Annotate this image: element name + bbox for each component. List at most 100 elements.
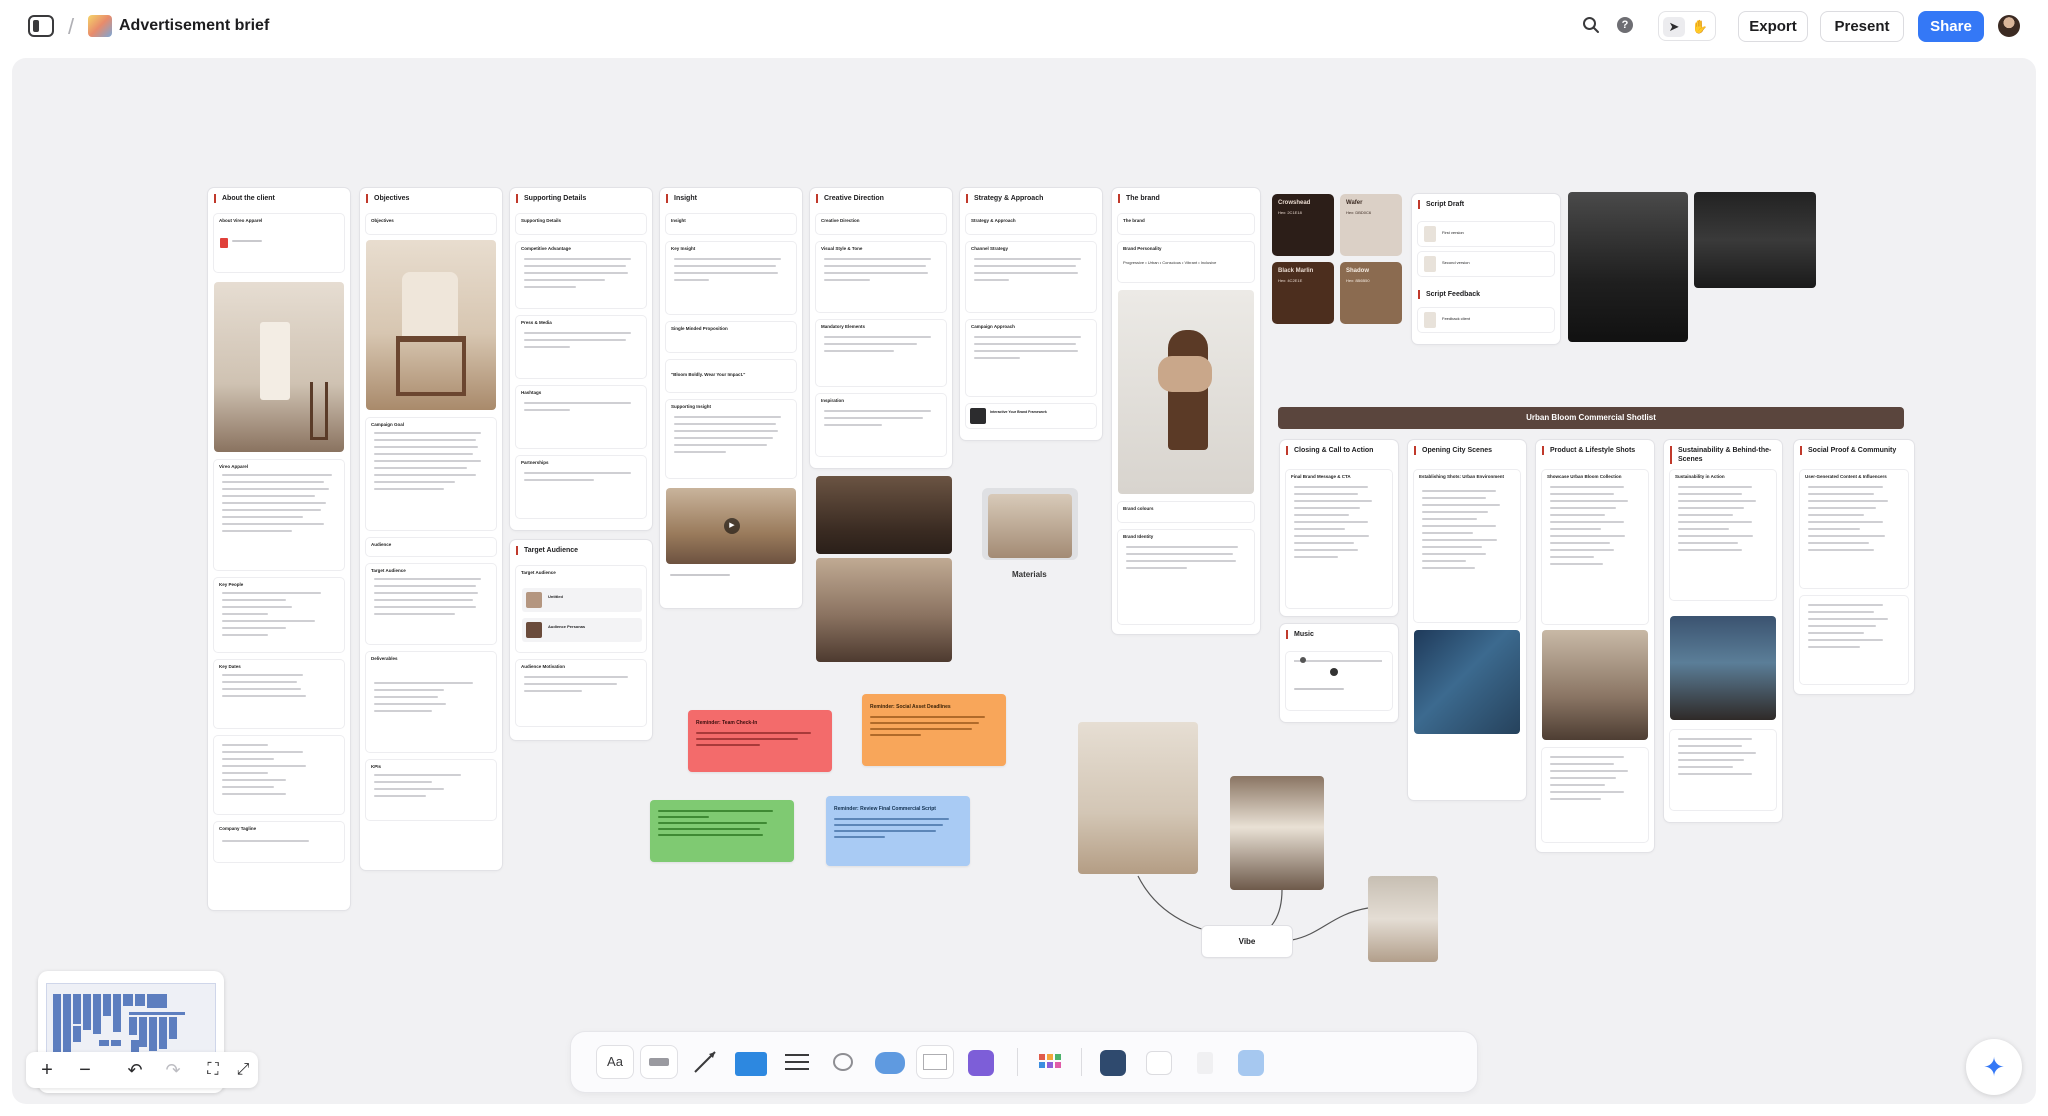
shotlist-column[interactable]: Sustainability & Behind-the-Scenes Susta…: [1664, 440, 1782, 822]
audio-player[interactable]: [1286, 652, 1392, 710]
section-card[interactable]: Partnerships: [516, 456, 646, 518]
section-card[interactable]: Deliverables: [366, 652, 496, 752]
help-icon[interactable]: ?: [1617, 17, 1633, 33]
comment-tool-icon[interactable]: [871, 1046, 907, 1078]
color-swatch[interactable]: Black Marlin Hex: 4C2E1E: [1272, 262, 1334, 324]
vibe-photo[interactable]: [1230, 776, 1324, 890]
avatar[interactable]: [1998, 15, 2020, 37]
board-canvas[interactable]: About the client About Vireo Apparel Vir…: [12, 58, 2036, 1104]
column-title: Script Draft: [1418, 200, 1554, 209]
column-supporting-details[interactable]: Supporting Details Supporting Details Co…: [510, 188, 652, 530]
zoom-in-icon[interactable]: +: [34, 1058, 60, 1082]
section-card[interactable]: About Vireo Apparel: [214, 214, 344, 272]
note-tool-icon[interactable]: [641, 1046, 677, 1078]
fit-to-screen-icon[interactable]: ⛶: [200, 1058, 226, 1082]
section-card[interactable]: Objectives: [366, 214, 496, 234]
link-tool-icon[interactable]: [825, 1046, 861, 1078]
list-item[interactable]: Feedback client: [1418, 308, 1554, 332]
pdf-icon: [220, 238, 228, 248]
attachment-tool-icon[interactable]: [1187, 1046, 1223, 1078]
column-title: The brand: [1118, 194, 1254, 203]
music-card[interactable]: Music: [1280, 624, 1398, 722]
shotlist-column[interactable]: Closing & Call to Action Final Brand Mes…: [1280, 440, 1398, 616]
undo-icon[interactable]: ↶: [122, 1058, 148, 1082]
column-insight[interactable]: Insight Insight Key Insight Single Minde…: [660, 188, 802, 608]
color-swatch[interactable]: Wafer Hex: DBD0C6: [1340, 194, 1402, 256]
checklist-card[interactable]: [214, 736, 344, 814]
client-photo[interactable]: [214, 282, 344, 452]
search-icon[interactable]: [1582, 16, 1600, 34]
objectives-photo[interactable]: [366, 240, 496, 410]
play-icon[interactable]: [1330, 668, 1338, 676]
section-card[interactable]: Competitive Advantage: [516, 242, 646, 308]
section-card[interactable]: Target Audience: [366, 564, 496, 644]
list-item[interactable]: Untitled: [522, 588, 642, 612]
line-tool-icon[interactable]: [687, 1046, 723, 1078]
search-image-tool-icon[interactable]: [1233, 1046, 1269, 1078]
shotlist-photo[interactable]: [1542, 630, 1648, 740]
zoom-out-icon[interactable]: −: [72, 1058, 98, 1082]
hand-tool-icon[interactable]: ✋: [1689, 17, 1711, 37]
section-card[interactable]: Audience: [366, 538, 496, 556]
image-tool-icon[interactable]: [963, 1046, 999, 1078]
section-card[interactable]: Press & Media: [516, 316, 646, 378]
share-button[interactable]: Share: [1918, 11, 1984, 42]
column-about-client[interactable]: About the client About Vireo Apparel Vir…: [208, 188, 350, 910]
ai-assistant-button[interactable]: ✦: [1966, 1039, 2022, 1095]
folder-tool-icon[interactable]: [733, 1046, 769, 1078]
export-button[interactable]: Export: [1738, 11, 1808, 42]
shotlist-column[interactable]: Product & Lifestyle Shots Showcase Urban…: [1536, 440, 1654, 852]
brand-photo[interactable]: [1118, 290, 1254, 494]
fullscreen-icon[interactable]: ⤢: [230, 1058, 256, 1082]
section-card[interactable]: Company Tagline: [214, 822, 344, 862]
table-tool-icon[interactable]: [917, 1046, 953, 1078]
shotlist-photo[interactable]: [1414, 630, 1520, 734]
section-card[interactable]: Vireo Apparel: [214, 460, 344, 570]
sticky-note[interactable]: Reminder: Social Asset Deadlines: [862, 694, 1006, 766]
materials-folder[interactable]: [982, 482, 1082, 562]
sticky-note[interactable]: Reminder: Review Final Commercial Script: [826, 796, 970, 866]
sticky-note[interactable]: Reminder: Team Check-In: [688, 710, 832, 772]
color-swatch[interactable]: Crowshead Hex: 2C1E18: [1272, 194, 1334, 256]
vibe-photo[interactable]: [1078, 722, 1198, 874]
sticky-note[interactable]: [650, 800, 794, 862]
zoom-controls: + − ↶ ↷ ⛶ ⤢: [26, 1052, 258, 1088]
page-title[interactable]: Advertisement brief: [119, 17, 269, 35]
equipment-photo[interactable]: [1568, 192, 1688, 342]
text-tool[interactable]: Aa: [597, 1046, 633, 1078]
section-card[interactable]: Key Dates: [214, 660, 344, 728]
list-item[interactable]: Audience Personas: [522, 618, 642, 642]
section-card[interactable]: Key People: [214, 578, 344, 652]
draw-tool-icon[interactable]: [1141, 1046, 1177, 1078]
list-item[interactable]: Second version: [1418, 252, 1554, 276]
section-card[interactable]: Hashtags: [516, 386, 646, 448]
shotlist-column[interactable]: Opening City Scenes Establishing Shots: …: [1408, 440, 1526, 800]
play-icon[interactable]: ▶: [724, 518, 740, 534]
equipment-photo[interactable]: [1694, 192, 1816, 288]
color-swatch[interactable]: Shadow Hex: 8B6B50: [1340, 262, 1402, 324]
pointer-tool-icon[interactable]: ➤: [1663, 17, 1685, 37]
column-strategy-approach[interactable]: Strategy & Approach Strategy & Approach …: [960, 188, 1102, 440]
redo-icon[interactable]: ↷: [160, 1058, 186, 1082]
vibe-node[interactable]: Vibe: [1202, 926, 1292, 957]
section-card[interactable]: KPIs: [366, 760, 496, 820]
moodboard-photo[interactable]: [816, 558, 952, 662]
sidebar-toggle-icon[interactable]: [28, 15, 54, 37]
shotlist-photo[interactable]: [1670, 616, 1776, 720]
column-the-brand[interactable]: The brand The brand Brand Personality Pr…: [1112, 188, 1260, 634]
script-card[interactable]: Script Draft First version Second versio…: [1412, 194, 1560, 344]
column-objectives[interactable]: Objectives Objectives Campaign Goal Audi…: [360, 188, 502, 870]
shotlist-banner[interactable]: Urban Bloom Commercial Shotlist: [1278, 407, 1904, 429]
target-audience-card[interactable]: Target Audience Target Audience Untitled…: [510, 540, 652, 740]
shotlist-column[interactable]: Social Proof & Community User-Generated …: [1794, 440, 1914, 694]
moodboard-photo[interactable]: [816, 476, 952, 554]
video-thumbnail[interactable]: ▶: [666, 488, 796, 564]
apps-tool-icon[interactable]: [1031, 1046, 1067, 1078]
present-button[interactable]: Present: [1820, 11, 1904, 42]
board-tool-icon[interactable]: [1095, 1046, 1131, 1078]
column-creative-direction[interactable]: Creative Direction Creative Direction Vi…: [810, 188, 952, 468]
section-card[interactable]: Campaign Goal: [366, 418, 496, 530]
checklist-tool-icon[interactable]: [779, 1046, 815, 1078]
list-item[interactable]: First version: [1418, 222, 1554, 246]
link-card[interactable]: Interactive Your Brand Framework: [966, 404, 1096, 428]
